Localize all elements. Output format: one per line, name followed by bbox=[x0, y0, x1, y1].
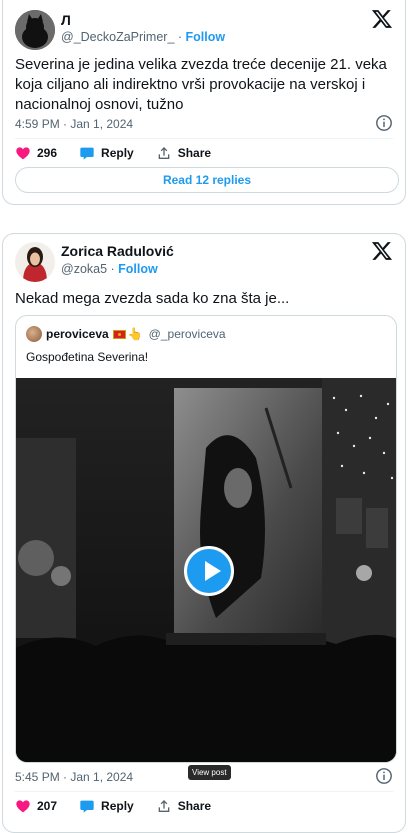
info-icon[interactable] bbox=[375, 114, 393, 132]
flag-icon bbox=[112, 329, 126, 339]
view-post-tooltip: View post bbox=[188, 765, 231, 780]
share-label: Share bbox=[177, 146, 212, 160]
author-name[interactable]: Zorica Radulović bbox=[61, 243, 174, 259]
share-button[interactable]: Share bbox=[156, 145, 211, 161]
quoted-author-handle: @_peroviceva bbox=[148, 327, 226, 341]
info-icon[interactable] bbox=[375, 767, 393, 785]
action-bar: 296 Reply Share bbox=[15, 145, 233, 161]
x-logo-icon[interactable] bbox=[371, 8, 393, 30]
reply-button[interactable]: Reply bbox=[79, 798, 134, 814]
follow-button[interactable]: Follow bbox=[186, 30, 226, 44]
read-replies-button[interactable]: Read 12 replies bbox=[15, 167, 399, 193]
heart-icon bbox=[16, 800, 30, 813]
quoted-tweet-text: Gospođetina Severina! bbox=[26, 350, 149, 364]
reply-button[interactable]: Reply bbox=[79, 145, 134, 161]
reply-icon bbox=[80, 800, 94, 813]
avatar[interactable] bbox=[15, 242, 55, 282]
divider bbox=[15, 138, 393, 139]
tweet-card-2: Zorica Radulović @zoka5 · Follow Nekad m… bbox=[2, 233, 406, 833]
heart-icon bbox=[16, 147, 30, 160]
timestamp[interactable]: 5:45 PM · Jan 1, 2024 bbox=[15, 770, 133, 784]
reply-icon bbox=[80, 147, 94, 160]
author-handle[interactable]: @_DeckoZaPrimer_ bbox=[61, 30, 174, 44]
follow-button[interactable]: Follow bbox=[118, 262, 158, 276]
reply-label: Reply bbox=[101, 799, 134, 813]
tweet-text: Nekad mega zvezda sada ko zna šta je... bbox=[15, 290, 290, 307]
reply-label: Reply bbox=[101, 146, 134, 160]
avatar[interactable] bbox=[15, 10, 55, 50]
play-icon[interactable] bbox=[184, 546, 234, 596]
share-icon bbox=[158, 800, 170, 812]
share-label: Share bbox=[177, 799, 212, 813]
tweet-card-1: Л @_DeckoZaPrimer_ · Follow Severina je … bbox=[2, 0, 406, 205]
quoted-tweet[interactable]: peroviceva 👆 @_peroviceva Gospođetina Se… bbox=[15, 315, 397, 763]
author-handle-row: @_DeckoZaPrimer_ · Follow bbox=[61, 30, 226, 44]
author-handle[interactable]: @zoka5 bbox=[61, 262, 107, 276]
quoted-author-name: peroviceva bbox=[46, 327, 109, 341]
quoted-tweet-header: peroviceva 👆 @_peroviceva bbox=[26, 326, 226, 342]
divider bbox=[15, 791, 393, 792]
like-count: 296 bbox=[37, 146, 58, 160]
like-button[interactable]: 296 bbox=[15, 145, 57, 161]
share-icon bbox=[158, 147, 170, 159]
like-count: 207 bbox=[37, 799, 58, 813]
author-name[interactable]: Л bbox=[61, 12, 71, 28]
timestamp[interactable]: 4:59 PM · Jan 1, 2024 bbox=[15, 117, 133, 131]
action-bar: 207 Reply Share bbox=[15, 798, 233, 814]
like-button[interactable]: 207 bbox=[15, 798, 57, 814]
x-logo-icon[interactable] bbox=[371, 240, 393, 262]
pointing-hand-icon: 👆 bbox=[127, 327, 143, 341]
author-handle-row: @zoka5 · Follow bbox=[61, 262, 158, 276]
quoted-avatar bbox=[26, 326, 42, 342]
video-player[interactable] bbox=[16, 378, 396, 762]
tweet-text: Severina je jedina velika zvezda treće d… bbox=[15, 56, 387, 113]
share-button[interactable]: Share bbox=[156, 798, 211, 814]
